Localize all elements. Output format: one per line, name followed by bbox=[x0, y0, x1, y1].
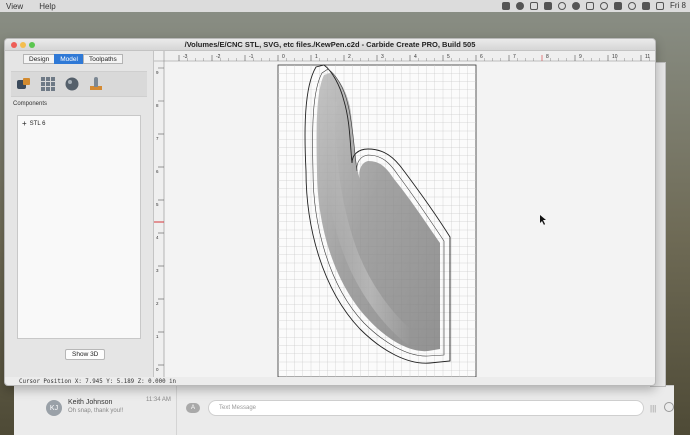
messages-window: KJ Keith Johnson Oh snap, thank you!! 11… bbox=[14, 385, 674, 435]
list-item[interactable]: + STL 6 bbox=[22, 119, 45, 128]
ruler-tick-label: 4 bbox=[414, 54, 417, 60]
carbide-create-window: /Volumes/E/CNC STL, SVG, etc files./KewP… bbox=[4, 38, 656, 386]
menu-bar: View Help Fri 8 bbox=[0, 0, 690, 12]
menu-clock[interactable]: Fri 8 bbox=[670, 1, 686, 10]
ruler-tick-label: 3 bbox=[381, 54, 384, 60]
emoji-icon[interactable] bbox=[664, 402, 674, 412]
component-label: STL 6 bbox=[29, 120, 46, 127]
left-panel: Design Model Toolpaths Components + STL … bbox=[5, 51, 154, 377]
cursor-position-readout: Cursor Position X: 7.945 Y: 5.189 Z: 0.0… bbox=[19, 379, 177, 385]
tab-model[interactable]: Model bbox=[54, 54, 84, 64]
microphone-icon[interactable]: ||| bbox=[650, 404, 656, 413]
menu-help[interactable]: Help bbox=[39, 2, 55, 11]
show-3d-button[interactable]: Show 3D bbox=[65, 349, 106, 360]
volume-icon[interactable] bbox=[642, 1, 650, 10]
expand-plus-icon[interactable]: + bbox=[22, 119, 27, 128]
ruler-tick-label: 0 bbox=[282, 54, 285, 60]
sphere-tool-icon[interactable] bbox=[63, 75, 81, 93]
stamp-tool-icon[interactable] bbox=[87, 75, 105, 93]
ruler-tick-label: 8 bbox=[546, 54, 549, 60]
vertical-ruler bbox=[154, 51, 164, 377]
mode-tabs: Design Model Toolpaths bbox=[23, 54, 123, 64]
canvas-drawing: -3 -2 -1 0 1 2 3 4 5 6 7 8 9 10 11 9876543210 bbox=[154, 51, 655, 377]
status-icons: Fri 8 bbox=[502, 1, 686, 10]
conversation-time: 11:34 AM bbox=[146, 397, 171, 403]
apps-button[interactable]: A bbox=[186, 403, 200, 413]
title-bar[interactable]: /Volumes/E/CNC STL, SVG, etc files./KewP… bbox=[5, 39, 655, 51]
ruler-tick-label: 5 bbox=[447, 54, 450, 60]
ruler-tick-label: -3 bbox=[183, 54, 188, 60]
menu-view[interactable]: View bbox=[6, 2, 23, 11]
ruler-tick-label: 7 bbox=[513, 54, 516, 60]
conversation-snippet: Oh snap, thank you!! bbox=[68, 408, 124, 414]
mouse-cursor-icon bbox=[540, 215, 546, 225]
ruler-tick-label: 6 bbox=[480, 54, 483, 60]
wifi-icon[interactable] bbox=[628, 1, 636, 10]
avatar[interactable]: KJ bbox=[46, 400, 62, 416]
battery-icon[interactable] bbox=[656, 1, 664, 10]
components-list[interactable]: + STL 6 bbox=[17, 115, 141, 339]
dropbox-icon[interactable] bbox=[502, 1, 510, 10]
components-label: Components bbox=[13, 101, 48, 107]
ruler-tick-label: 2 bbox=[348, 54, 351, 60]
model-toolbar bbox=[11, 71, 147, 97]
sync-icon[interactable] bbox=[558, 1, 566, 10]
message-input[interactable]: Text Message bbox=[208, 400, 644, 416]
tab-toolpaths[interactable]: Toolpaths bbox=[82, 54, 123, 64]
backup-icon[interactable] bbox=[530, 1, 538, 10]
bluetooth-icon[interactable] bbox=[614, 1, 622, 10]
design-canvas[interactable]: -3 -2 -1 0 1 2 3 4 5 6 7 8 9 10 11 9876543210 bbox=[154, 51, 655, 377]
ruler-tick-label: -2 bbox=[216, 54, 221, 60]
ruler-tick-label: 1 bbox=[315, 54, 318, 60]
tab-design[interactable]: Design bbox=[23, 54, 56, 64]
grid-tool-icon[interactable] bbox=[39, 75, 57, 93]
ruler-tick-label: 9 bbox=[579, 54, 582, 60]
user-icon[interactable] bbox=[572, 1, 580, 10]
antivirus-icon[interactable] bbox=[516, 1, 524, 10]
app-b-icon[interactable] bbox=[544, 1, 552, 10]
window-title: /Volumes/E/CNC STL, SVG, etc files./KewP… bbox=[184, 40, 476, 49]
screen-icon[interactable] bbox=[586, 1, 594, 10]
time-machine-icon[interactable] bbox=[600, 1, 608, 10]
ruler-tick-label: -1 bbox=[249, 54, 254, 60]
ruler-tick-label: 10 bbox=[612, 54, 618, 60]
ruler-tick-label: 11 bbox=[645, 54, 650, 60]
messages-divider bbox=[176, 386, 177, 435]
import-model-icon[interactable] bbox=[15, 75, 33, 93]
conversation-sender[interactable]: Keith Johnson bbox=[68, 399, 112, 406]
